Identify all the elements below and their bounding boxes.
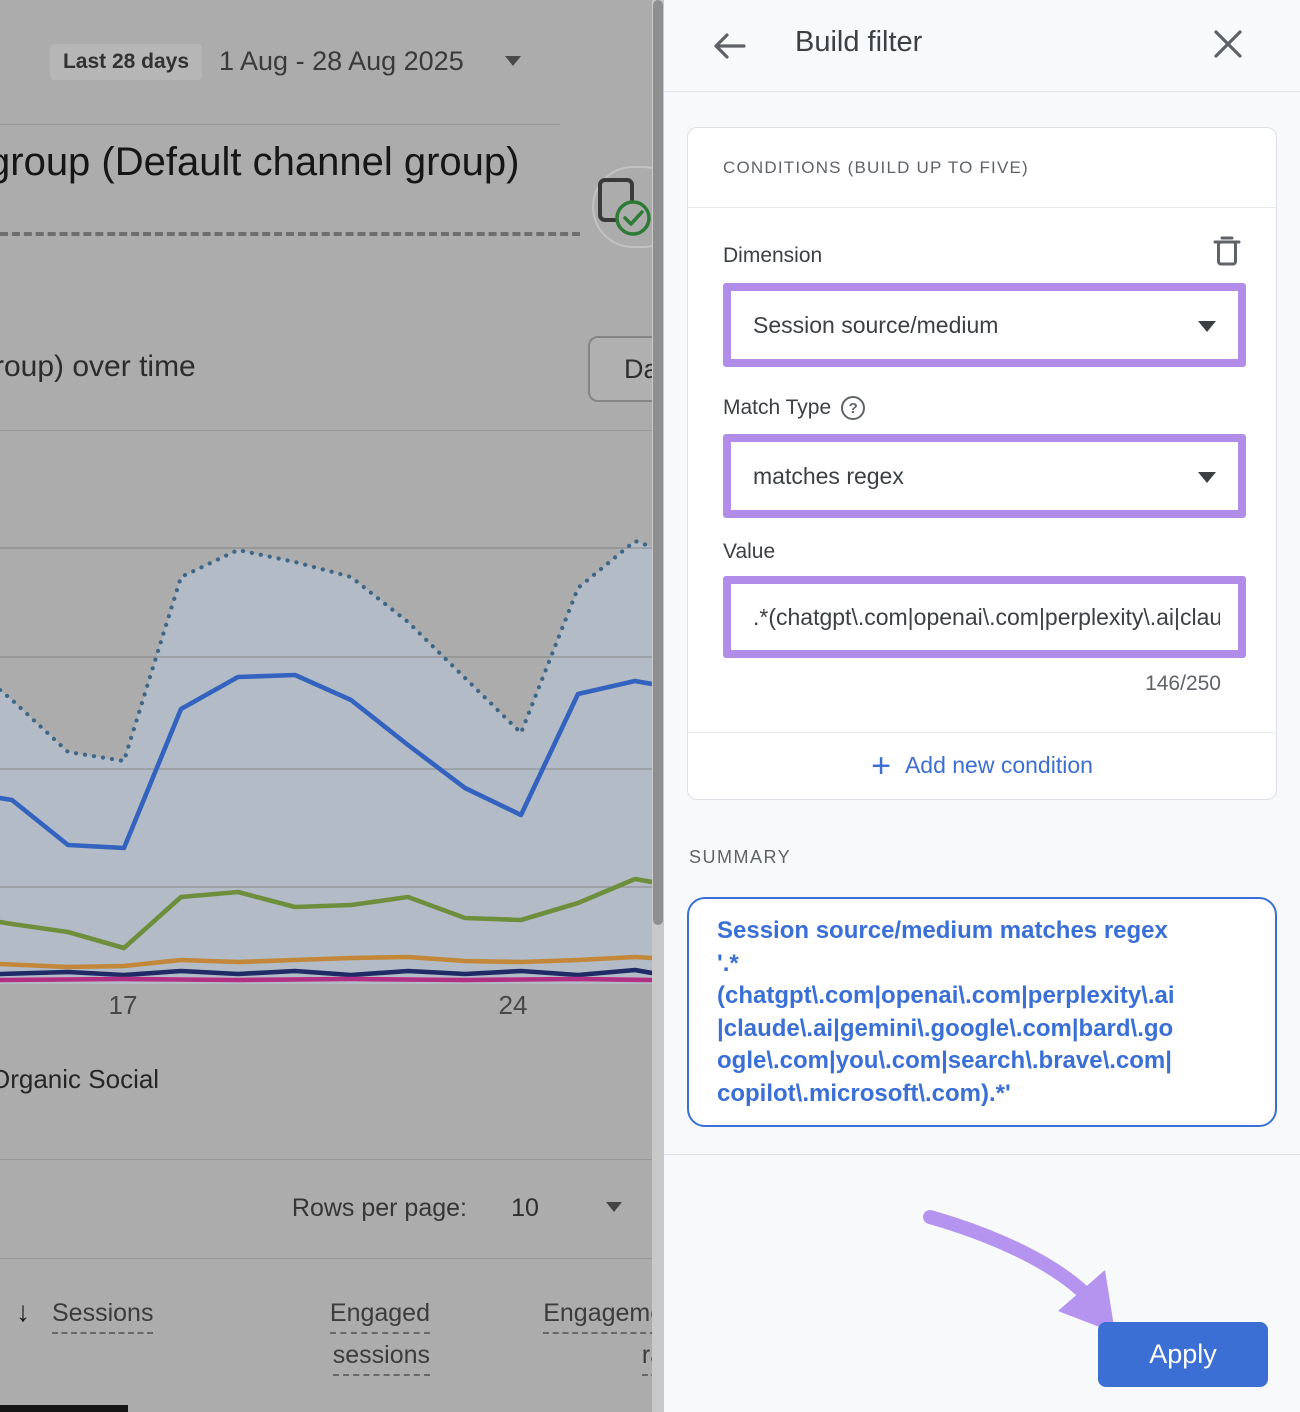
summary-label: SUMMARY bbox=[689, 847, 791, 868]
divider bbox=[0, 124, 560, 125]
help-icon[interactable]: ? bbox=[841, 396, 865, 420]
plus-icon: + bbox=[871, 749, 891, 783]
dimension-label: Dimension bbox=[723, 244, 822, 268]
summary-line: copilot\.microsoft\.com).*' bbox=[717, 1078, 1247, 1111]
rows-per-page-value[interactable]: 10 bbox=[500, 1194, 550, 1223]
match-type-label: Match Type ? bbox=[723, 396, 865, 420]
scrollbar-thumb[interactable] bbox=[653, 0, 663, 925]
chevron-down-icon bbox=[1198, 472, 1216, 483]
summary-line: ogle\.com|you\.com|search\.brave\.com| bbox=[717, 1045, 1247, 1078]
character-counter: 146/250 bbox=[1145, 672, 1221, 696]
conditions-card-header: CONDITIONS (BUILD UP TO FIVE) bbox=[723, 128, 1029, 207]
copy-check-icon[interactable] bbox=[596, 174, 652, 238]
divider bbox=[688, 207, 1276, 208]
date-range-value[interactable]: 1 Aug - 28 Aug 2025 bbox=[219, 46, 464, 77]
match-type-select[interactable]: matches regex bbox=[723, 434, 1246, 518]
conditions-card: CONDITIONS (BUILD UP TO FIVE) Dimension … bbox=[687, 127, 1277, 800]
summary-line: '.* bbox=[717, 948, 1247, 981]
screen: Last 28 days 1 Aug - 28 Aug 2025 group (… bbox=[0, 0, 1300, 1412]
dimension-select[interactable]: Session source/medium bbox=[723, 283, 1246, 367]
delete-condition-icon[interactable] bbox=[1212, 234, 1242, 268]
chevron-down-icon[interactable] bbox=[606, 1202, 622, 1212]
value-input[interactable] bbox=[753, 604, 1220, 631]
title-dashed-underline bbox=[0, 232, 580, 236]
value-input-box[interactable] bbox=[723, 576, 1246, 658]
panel-title: Build filter bbox=[795, 26, 922, 59]
chevron-down-icon[interactable] bbox=[505, 56, 521, 66]
page-title: group (Default channel group) bbox=[0, 140, 519, 185]
rows-per-page-label: Rows per page: bbox=[230, 1194, 467, 1223]
column-header-engagement-rate[interactable]: Engagement rate bbox=[500, 1292, 652, 1376]
sort-descending-icon[interactable]: ↓ bbox=[16, 1296, 30, 1328]
back-arrow-icon[interactable] bbox=[710, 26, 750, 66]
panel-header: Build filter bbox=[664, 0, 1300, 92]
legend-item-organic-social: Organic Social bbox=[0, 1064, 159, 1095]
chevron-down-icon bbox=[1198, 321, 1216, 332]
add-new-condition-button[interactable]: + Add new condition bbox=[688, 732, 1276, 799]
column-header-sessions[interactable]: Sessions bbox=[52, 1292, 202, 1334]
bottom-bar-fragment bbox=[0, 1405, 128, 1412]
granularity-dropdown[interactable]: Da bbox=[588, 336, 652, 402]
divider bbox=[664, 1154, 1300, 1155]
x-tick-24: 24 bbox=[493, 990, 533, 1021]
close-icon[interactable] bbox=[1210, 26, 1246, 62]
date-range-chip[interactable]: Last 28 days bbox=[50, 44, 202, 80]
dimmed-report-area: Last 28 days 1 Aug - 28 Aug 2025 group (… bbox=[0, 0, 652, 1412]
divider bbox=[0, 1159, 652, 1160]
chart-section-title: roup) over time bbox=[0, 350, 196, 384]
summary-line: (chatgpt\.com|openai\.com|perplexity\.ai bbox=[717, 980, 1247, 1013]
value-label: Value bbox=[723, 540, 775, 564]
summary-line: |claude\.ai|gemini\.google\.com|bard\.go bbox=[717, 1013, 1247, 1046]
summary-card: Session source/medium matches regex '.* … bbox=[687, 897, 1277, 1127]
sessions-line-chart bbox=[0, 430, 652, 984]
x-tick-17: 17 bbox=[103, 990, 143, 1021]
divider bbox=[0, 1258, 652, 1259]
vertical-scrollbar[interactable] bbox=[652, 0, 664, 1412]
column-header-engaged-sessions[interactable]: Engaged sessions bbox=[225, 1292, 430, 1376]
apply-button[interactable]: Apply bbox=[1098, 1322, 1268, 1387]
build-filter-panel: Build filter CONDITIONS (BUILD UP TO FIV… bbox=[664, 0, 1300, 1412]
summary-line: Session source/medium matches regex bbox=[717, 915, 1247, 948]
